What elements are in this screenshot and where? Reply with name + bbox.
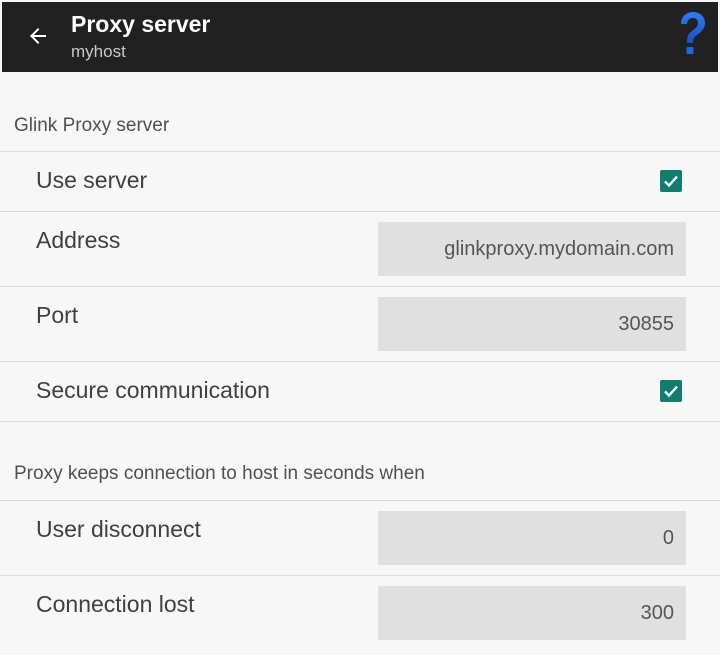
divider [0, 575, 720, 576]
checkmark-icon [664, 175, 678, 188]
secure-communication-checkbox[interactable] [660, 380, 682, 402]
checkmark-icon [664, 385, 678, 398]
user-disconnect-label: User disconnect [36, 516, 201, 542]
address-label: Address [36, 227, 121, 253]
back-button[interactable] [22, 20, 54, 52]
connection-lost-label: Connection lost [36, 591, 195, 617]
user-disconnect-field[interactable] [378, 511, 686, 565]
divider [0, 151, 720, 152]
help-button[interactable] [672, 6, 712, 62]
port-label: Port [36, 302, 79, 328]
question-mark-icon [681, 12, 705, 54]
divider [0, 500, 720, 501]
arrow-left-icon [30, 28, 46, 44]
connection-lost-field[interactable] [378, 586, 686, 640]
divider [0, 211, 720, 212]
use-server-checkbox[interactable] [660, 170, 682, 192]
section-header-glink: Glink Proxy server [14, 115, 170, 136]
use-server-label: Use server [36, 167, 148, 193]
page-subtitle: myhost [71, 42, 126, 61]
app-bar: Proxy server myhost [2, 2, 718, 72]
secure-communication-label: Secure communication [36, 377, 270, 403]
address-field[interactable] [378, 222, 686, 276]
page-title: Proxy server [71, 11, 211, 37]
section-header-keep-connection: Proxy keeps connection to host in second… [14, 463, 425, 484]
divider [0, 361, 720, 362]
divider [0, 421, 720, 422]
port-field[interactable] [378, 297, 686, 351]
divider [0, 286, 720, 287]
